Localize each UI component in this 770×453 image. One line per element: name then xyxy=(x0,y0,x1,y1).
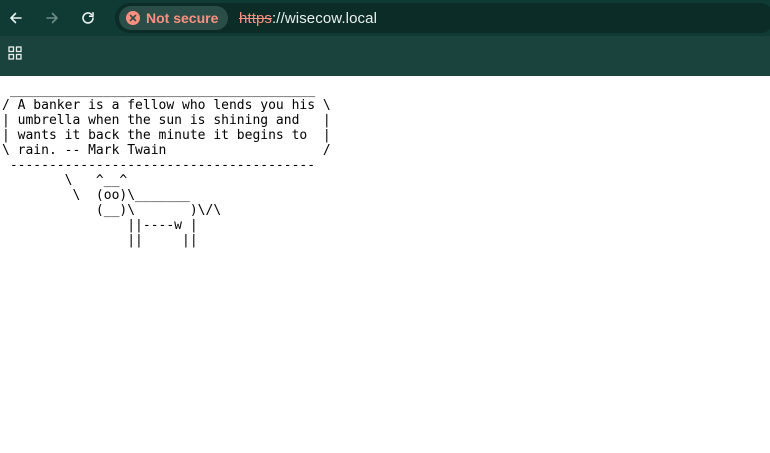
url-host: ://wisecow.local xyxy=(272,10,378,27)
cowsay-output: _______________________________________ … xyxy=(2,83,331,248)
page-content: _______________________________________ … xyxy=(0,76,770,453)
security-indicator[interactable]: Not secure xyxy=(119,6,229,30)
url-text[interactable]: https://wisecow.local xyxy=(239,10,377,27)
browser-toolbar: Not secure https://wisecow.local xyxy=(0,0,770,36)
forward-button[interactable] xyxy=(40,6,64,30)
apps-grid-icon xyxy=(7,45,23,66)
reload-icon xyxy=(80,10,96,26)
apps-button[interactable] xyxy=(4,44,26,66)
back-button[interactable] xyxy=(4,6,28,30)
reload-button[interactable] xyxy=(76,6,100,30)
bookmarks-bar xyxy=(0,36,770,76)
arrow-left-icon xyxy=(8,10,24,26)
security-label: Not secure xyxy=(146,10,219,26)
url-scheme: https xyxy=(239,10,273,27)
warning-circle-icon xyxy=(126,11,140,25)
arrow-right-icon xyxy=(44,10,60,26)
address-bar[interactable]: Not secure https://wisecow.local xyxy=(115,3,770,33)
